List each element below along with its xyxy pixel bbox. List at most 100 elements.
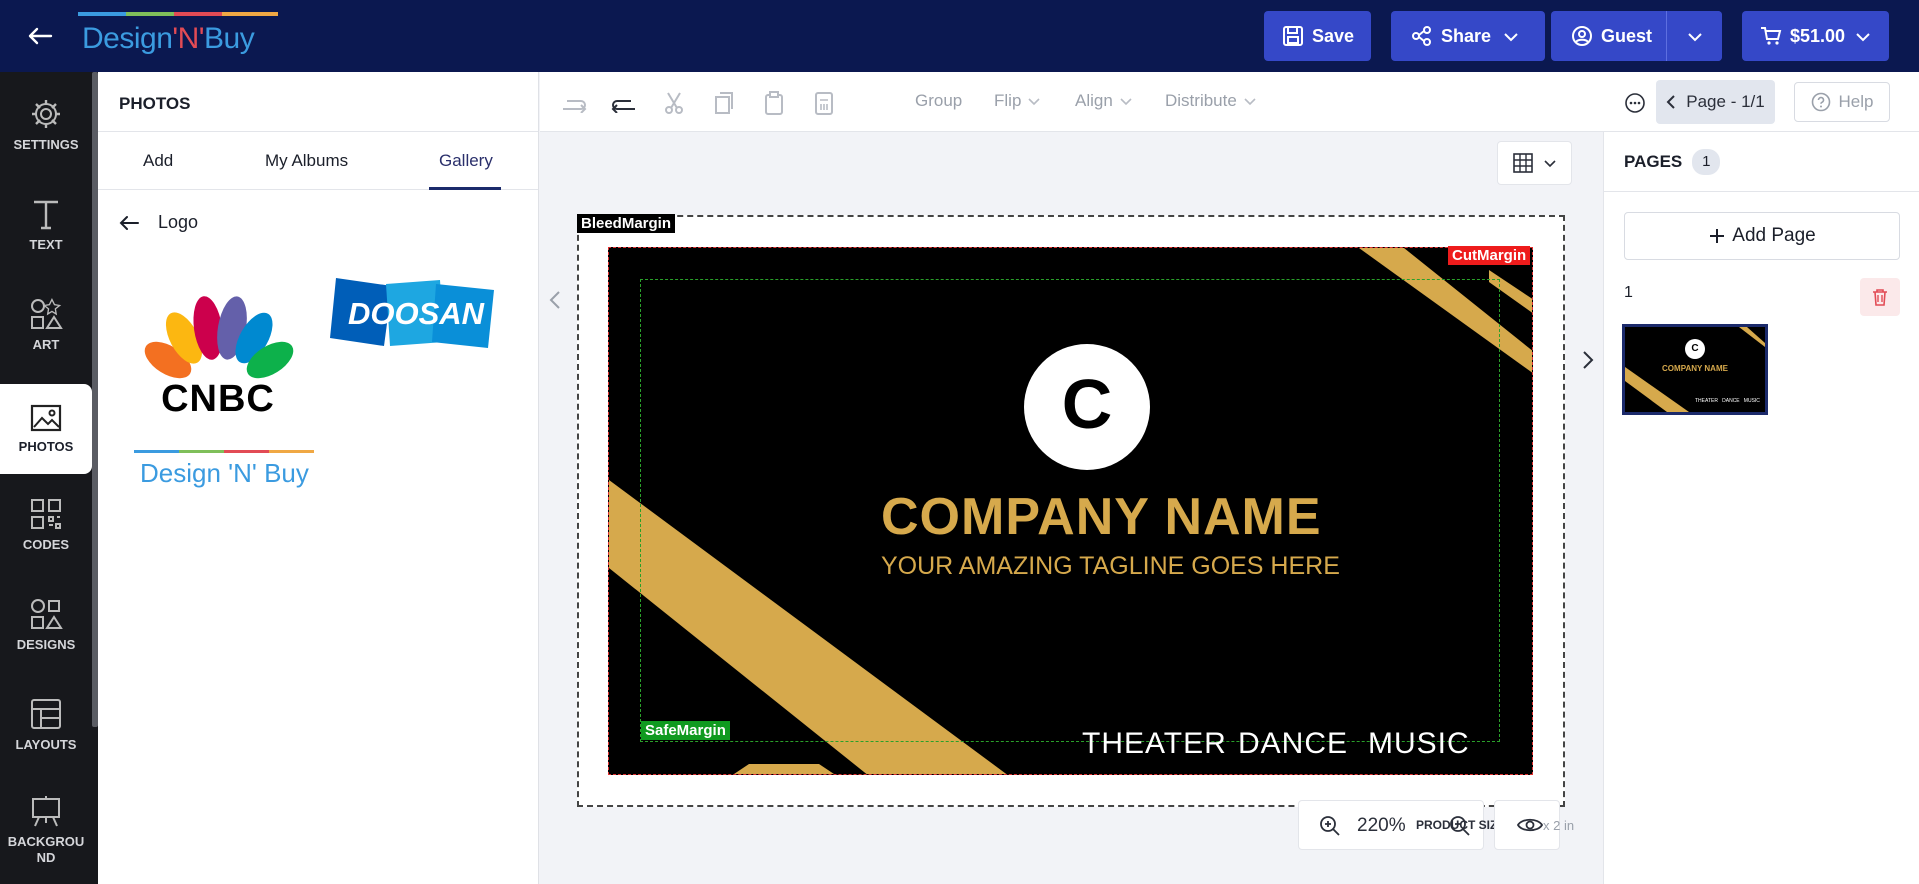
top-bar: Design'N'Buy Save Share Guest $51.00 bbox=[0, 0, 1919, 72]
nav-background[interactable]: BACKGROU ND bbox=[0, 780, 92, 880]
user-menu-toggle[interactable] bbox=[1667, 11, 1722, 61]
chevron-down-icon bbox=[1503, 26, 1519, 47]
eye-icon[interactable] bbox=[1517, 815, 1543, 835]
next-page-arrow[interactable] bbox=[1573, 300, 1603, 420]
nav-label: LAYOUTS bbox=[15, 737, 77, 752]
product-size-value: x 2 in bbox=[1543, 818, 1575, 833]
cart-icon bbox=[1760, 26, 1782, 46]
gallery-thumb-design-n-buy[interactable]: Design 'N' Buy bbox=[134, 450, 314, 500]
nav-codes[interactable]: CODES bbox=[0, 480, 92, 570]
gallery-thumb-cnbc[interactable]: CNBC bbox=[134, 290, 302, 430]
page-thumbnail[interactable]: C COMPANY NAME THEATER DANCE MUSIC bbox=[1622, 324, 1768, 415]
chevron-down-icon bbox=[1120, 97, 1132, 105]
help-button[interactable]: Help bbox=[1794, 82, 1890, 122]
bottom-word-theater[interactable]: THEATER bbox=[1082, 727, 1227, 761]
tab-add[interactable]: Add bbox=[143, 151, 173, 171]
chevron-left-icon bbox=[1666, 95, 1675, 109]
chevron-down-icon bbox=[1687, 26, 1703, 47]
user-icon bbox=[1571, 25, 1593, 47]
logo-stripe bbox=[269, 450, 314, 453]
gear-icon bbox=[32, 100, 60, 128]
align-menu[interactable]: Align bbox=[1075, 91, 1133, 111]
flip-menu[interactable]: Flip bbox=[994, 91, 1041, 111]
add-page-button[interactable]: Add Page bbox=[1624, 212, 1900, 260]
app-logo[interactable]: Design'N'Buy bbox=[74, 12, 284, 60]
save-icon bbox=[1282, 25, 1304, 47]
thumbnail-bottom-words: THEATER DANCE MUSIC bbox=[1695, 398, 1760, 404]
gallery-thumb-doosan[interactable]: DOOSAN bbox=[328, 270, 504, 370]
chevron-left-icon bbox=[549, 291, 560, 309]
zoom-in-icon[interactable] bbox=[1319, 815, 1341, 837]
nav-designs[interactable]: DESIGNS bbox=[0, 580, 92, 670]
shapes-icon bbox=[31, 298, 63, 329]
photos-panel: PHOTOS Add My Albums Gallery Logo CNBC D… bbox=[98, 72, 539, 884]
pages-panel: PAGES 1 Add Page 1 C COMPANY NAME THEATE… bbox=[1603, 132, 1919, 884]
cut-icon[interactable] bbox=[660, 90, 688, 116]
distribute-menu[interactable]: Distribute bbox=[1165, 91, 1257, 111]
breadcrumb-label: Logo bbox=[158, 212, 199, 232]
logo-stripe bbox=[134, 450, 179, 453]
grid-toggle[interactable] bbox=[1497, 141, 1572, 185]
nav-settings[interactable]: SETTINGS bbox=[0, 80, 92, 170]
nav-layouts[interactable]: LAYOUTS bbox=[0, 680, 92, 770]
qr-code-icon bbox=[31, 499, 61, 529]
logo-text-design: Design bbox=[82, 22, 173, 55]
page-navigator[interactable]: Page - 1/1 bbox=[1656, 80, 1775, 124]
tagline-text[interactable]: YOUR AMAZING TAGLINE GOES HERE bbox=[881, 552, 1340, 581]
trash-icon bbox=[1873, 289, 1887, 306]
nav-text[interactable]: TEXT bbox=[0, 180, 92, 270]
copy-icon[interactable] bbox=[710, 90, 738, 116]
logo-text-buy: Buy bbox=[204, 22, 255, 55]
flip-label: Flip bbox=[994, 91, 1022, 110]
breadcrumb[interactable]: Logo bbox=[118, 212, 198, 233]
text-icon bbox=[34, 200, 58, 230]
undo-icon[interactable] bbox=[610, 90, 638, 116]
help-icon bbox=[1811, 92, 1830, 112]
thumbnail-logo-letter: C bbox=[1691, 343, 1699, 354]
nav-label: BACKGROU ND bbox=[7, 834, 85, 865]
grid-icon bbox=[1513, 153, 1534, 173]
logo-stripe bbox=[179, 450, 224, 453]
chevron-down-icon bbox=[1855, 26, 1871, 47]
cart-button[interactable]: $51.00 bbox=[1742, 11, 1889, 61]
thumbnail-company-name: COMPANY NAME bbox=[1662, 364, 1728, 373]
chevron-down-icon bbox=[1544, 159, 1556, 167]
bleed-margin-label: BleedMargin bbox=[577, 214, 676, 233]
nav-label: SETTINGS bbox=[13, 137, 79, 152]
prev-page-arrow[interactable] bbox=[540, 240, 570, 360]
align-label: Align bbox=[1075, 91, 1113, 110]
safe-margin-label: SafeMargin bbox=[641, 721, 730, 740]
guest-label: Guest bbox=[1601, 25, 1653, 46]
easel-icon bbox=[32, 796, 60, 827]
more-options-icon[interactable] bbox=[1620, 88, 1650, 118]
page-number: 1 bbox=[1624, 284, 1633, 301]
bottom-word-dance[interactable]: DANCE bbox=[1238, 727, 1348, 761]
chevron-right-icon bbox=[1583, 351, 1594, 369]
bottom-word-music[interactable]: MUSIC bbox=[1368, 727, 1470, 761]
tab-gallery[interactable]: Gallery bbox=[439, 151, 493, 171]
share-button[interactable]: Share bbox=[1391, 11, 1545, 61]
add-page-label: Add Page bbox=[1732, 225, 1816, 246]
redo-icon[interactable] bbox=[560, 90, 588, 116]
chevron-down-icon bbox=[1028, 97, 1040, 105]
back-arrow-icon[interactable] bbox=[22, 20, 58, 52]
nav-photos[interactable]: PHOTOS bbox=[0, 384, 92, 474]
group-menu[interactable]: Group bbox=[915, 91, 962, 111]
share-label: Share bbox=[1441, 25, 1492, 46]
company-name-text[interactable]: COMPANY NAME bbox=[881, 487, 1322, 547]
paste-icon[interactable] bbox=[760, 90, 788, 116]
tab-my-albums[interactable]: My Albums bbox=[265, 151, 348, 171]
product-size-label: PRODUCT SIZE bbox=[1416, 818, 1506, 832]
save-button[interactable]: Save bbox=[1264, 11, 1371, 61]
back-arrow-icon[interactable] bbox=[118, 215, 140, 231]
cart-total: $51.00 bbox=[1790, 25, 1846, 46]
group-label: Group bbox=[915, 91, 963, 110]
delete-page-button[interactable] bbox=[1860, 278, 1900, 316]
delete-page-icon[interactable] bbox=[810, 90, 838, 116]
plus-icon bbox=[1710, 229, 1725, 243]
doosan-text: DOOSAN bbox=[347, 296, 485, 331]
nav-art[interactable]: ART bbox=[0, 280, 92, 370]
nav-label: ART bbox=[32, 337, 60, 352]
layout-icon bbox=[31, 699, 61, 729]
nav-label: CODES bbox=[22, 537, 70, 552]
